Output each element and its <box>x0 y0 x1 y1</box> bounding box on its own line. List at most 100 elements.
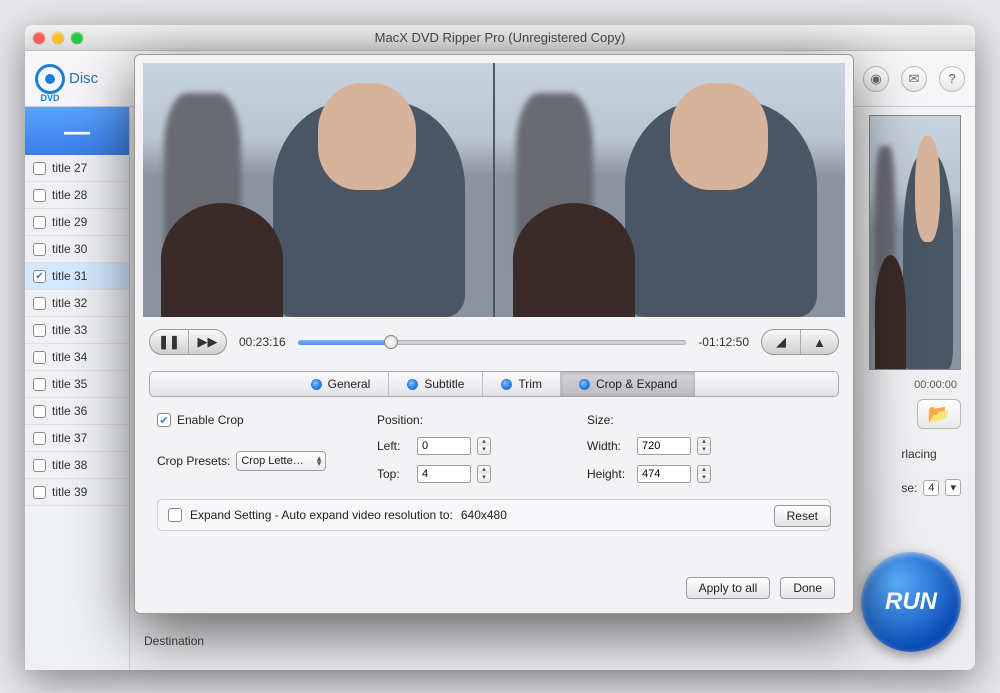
title-label: title 36 <box>52 404 87 418</box>
title-checkbox[interactable] <box>33 162 46 175</box>
title-checkbox[interactable] <box>33 324 46 337</box>
edit-dialog: ❚❚ ▶▶ 00:23:16 -01:12:50 ◢ ▲ GeneralSubt… <box>134 54 854 614</box>
crop-settings: Enable Crop Crop Presets: Crop Lette… ▴▾… <box>135 397 853 491</box>
flip-horizontal-icon[interactable]: ◢ <box>762 330 800 354</box>
sidebar-item-title[interactable]: title 27 <box>25 155 129 182</box>
transport-bar: ❚❚ ▶▶ 00:23:16 -01:12:50 ◢ ▲ <box>135 325 853 365</box>
sidebar-item-title[interactable]: title 33 <box>25 317 129 344</box>
title-checkbox[interactable] <box>33 405 46 418</box>
sidebar-item-title[interactable]: title 32 <box>25 290 129 317</box>
sidebar-item-title[interactable]: title 36 <box>25 398 129 425</box>
height-input[interactable] <box>637 465 691 483</box>
sidebar-item-title[interactable]: title 38 <box>25 452 129 479</box>
collapse-button[interactable]: — <box>25 107 129 155</box>
cpu-option[interactable]: se: 4 ▾ <box>901 479 961 496</box>
title-label: title 39 <box>52 485 87 499</box>
user-icon[interactable]: ◉ <box>863 66 889 92</box>
sidebar-item-title[interactable]: title 37 <box>25 425 129 452</box>
pause-button[interactable]: ❚❚ <box>150 330 188 354</box>
seek-slider[interactable] <box>298 337 687 347</box>
left-stepper[interactable]: ▴▾ <box>477 437 491 455</box>
window-title: MacX DVD Ripper Pro (Unregistered Copy) <box>25 30 975 45</box>
preview-result <box>493 63 845 317</box>
title-label: title 33 <box>52 323 87 337</box>
radio-icon <box>579 379 590 390</box>
crop-presets-label: Crop Presets: <box>157 454 230 468</box>
sidebar-item-title[interactable]: title 35 <box>25 371 129 398</box>
left-label: Left: <box>377 439 411 453</box>
done-button[interactable]: Done <box>780 577 835 599</box>
sidebar-item-title[interactable]: title 31 <box>25 263 129 290</box>
title-checkbox[interactable] <box>33 216 46 229</box>
top-input[interactable] <box>417 465 471 483</box>
elapsed-time: 00:23:16 <box>239 335 286 349</box>
title-checkbox[interactable] <box>33 459 46 472</box>
reset-button[interactable]: Reset <box>774 505 831 527</box>
flip-vertical-icon[interactable]: ▲ <box>800 330 838 354</box>
position-heading: Position: <box>377 413 567 427</box>
title-label: title 31 <box>52 269 87 283</box>
enable-crop-checkbox[interactable]: Enable Crop <box>157 413 357 427</box>
height-stepper[interactable]: ▴▾ <box>697 465 711 483</box>
title-checkbox[interactable] <box>33 243 46 256</box>
preview-thumb <box>869 115 961 370</box>
tab-crop-expand[interactable]: Crop & Expand <box>561 372 695 396</box>
crop-presets-combo[interactable]: Crop Lette… ▴▾ <box>236 451 326 471</box>
title-label: title 37 <box>52 431 87 445</box>
tab-trim[interactable]: Trim <box>483 372 561 396</box>
minimize-icon[interactable] <box>52 32 64 44</box>
run-button[interactable]: RUN <box>861 552 961 652</box>
title-label: title 28 <box>52 188 87 202</box>
width-stepper[interactable]: ▴▾ <box>697 437 711 455</box>
title-sidebar: — title 27 title 28 title 29 title 30 title … <box>25 107 130 670</box>
chevron-down-icon[interactable]: ▾ <box>945 479 961 496</box>
sidebar-item-title[interactable]: title 28 <box>25 182 129 209</box>
title-checkbox[interactable] <box>33 432 46 445</box>
title-label: title 32 <box>52 296 87 310</box>
tab-general[interactable]: General <box>293 372 390 396</box>
expand-checkbox[interactable] <box>168 508 182 522</box>
width-label: Width: <box>587 439 631 453</box>
size-heading: Size: <box>587 413 811 427</box>
app-logo[interactable]: DVD Disc <box>35 64 98 94</box>
title-label: title 29 <box>52 215 87 229</box>
height-label: Height: <box>587 467 631 481</box>
sidebar-item-title[interactable]: title 39 <box>25 479 129 506</box>
title-checkbox[interactable] <box>33 297 46 310</box>
remaining-time: -01:12:50 <box>698 335 749 349</box>
fast-forward-button[interactable]: ▶▶ <box>188 330 226 354</box>
destination-label: Destination <box>144 634 204 648</box>
expand-value: 640x480 <box>461 508 507 522</box>
close-icon[interactable] <box>33 32 45 44</box>
tab-subtitle[interactable]: Subtitle <box>389 372 483 396</box>
left-input[interactable] <box>417 437 471 455</box>
mail-icon[interactable]: ✉ <box>901 66 927 92</box>
radio-icon <box>501 379 512 390</box>
title-checkbox[interactable] <box>33 378 46 391</box>
top-label: Top: <box>377 467 411 481</box>
sidebar-item-title[interactable]: title 30 <box>25 236 129 263</box>
title-checkbox[interactable] <box>33 351 46 364</box>
title-checkbox[interactable] <box>33 189 46 202</box>
window-controls <box>33 32 83 44</box>
help-icon[interactable]: ? <box>939 66 965 92</box>
width-input[interactable] <box>637 437 691 455</box>
title-label: title 38 <box>52 458 87 472</box>
preview-original <box>143 63 493 317</box>
dvd-icon <box>35 64 65 94</box>
title-checkbox[interactable] <box>33 486 46 499</box>
title-label: title 35 <box>52 377 87 391</box>
zoom-icon[interactable] <box>71 32 83 44</box>
radio-icon <box>311 379 322 390</box>
sidebar-item-title[interactable]: title 34 <box>25 344 129 371</box>
title-checkbox[interactable] <box>33 270 46 283</box>
radio-icon <box>407 379 418 390</box>
deinterlace-option[interactable]: rlacing <box>901 447 936 461</box>
output-folder-button[interactable]: 📂 <box>917 399 961 429</box>
sidebar-item-title[interactable]: title 29 <box>25 209 129 236</box>
apply-to-all-button[interactable]: Apply to all <box>686 577 771 599</box>
top-stepper[interactable]: ▴▾ <box>477 465 491 483</box>
title-label: title 34 <box>52 350 87 364</box>
title-label: title 30 <box>52 242 87 256</box>
tab-bar: GeneralSubtitleTrimCrop & Expand <box>149 371 839 397</box>
